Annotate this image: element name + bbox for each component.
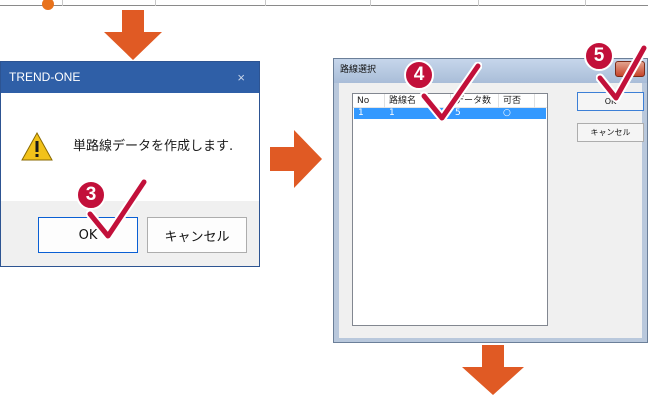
cell-no: 1 <box>358 108 364 118</box>
table-cell-divider <box>585 0 586 6</box>
table-cell-divider <box>478 0 479 6</box>
table-cell-divider <box>62 0 63 6</box>
top-table-strip <box>0 0 648 10</box>
step-marker-icon <box>42 0 54 10</box>
arrow-right-icon <box>270 130 322 188</box>
dialog-title: TREND-ONE <box>9 70 81 84</box>
dialog-titlebar: TREND-ONE × <box>1 62 259 93</box>
arrow-down-icon <box>462 345 524 395</box>
cell-status: ○ <box>503 108 511 118</box>
arrow-down-icon <box>104 10 162 60</box>
column-header-status[interactable]: 可否 <box>499 94 535 108</box>
dialog-body: No 路線名 データ数 可否 1 1 5 ○ OK キャンセル <box>339 83 644 338</box>
checkmark-icon <box>86 178 148 240</box>
cell-name: 1 <box>389 108 395 118</box>
cancel-button[interactable]: キャンセル <box>147 217 247 253</box>
dialog-message: 単路線データを作成します. <box>73 139 234 154</box>
checkmark-icon <box>420 62 482 122</box>
dialog-title: 路線選択 <box>340 65 377 75</box>
checkmark-icon <box>596 44 648 103</box>
close-icon[interactable]: × <box>237 62 245 93</box>
warning-icon <box>21 131 53 161</box>
table-cell-divider <box>370 0 371 6</box>
route-list[interactable]: No 路線名 データ数 可否 1 1 5 ○ <box>352 93 548 326</box>
cancel-button[interactable]: キャンセル <box>577 123 644 142</box>
column-header-no[interactable]: No <box>353 94 385 108</box>
table-cell-divider <box>265 0 266 6</box>
table-cell-divider <box>155 0 156 6</box>
